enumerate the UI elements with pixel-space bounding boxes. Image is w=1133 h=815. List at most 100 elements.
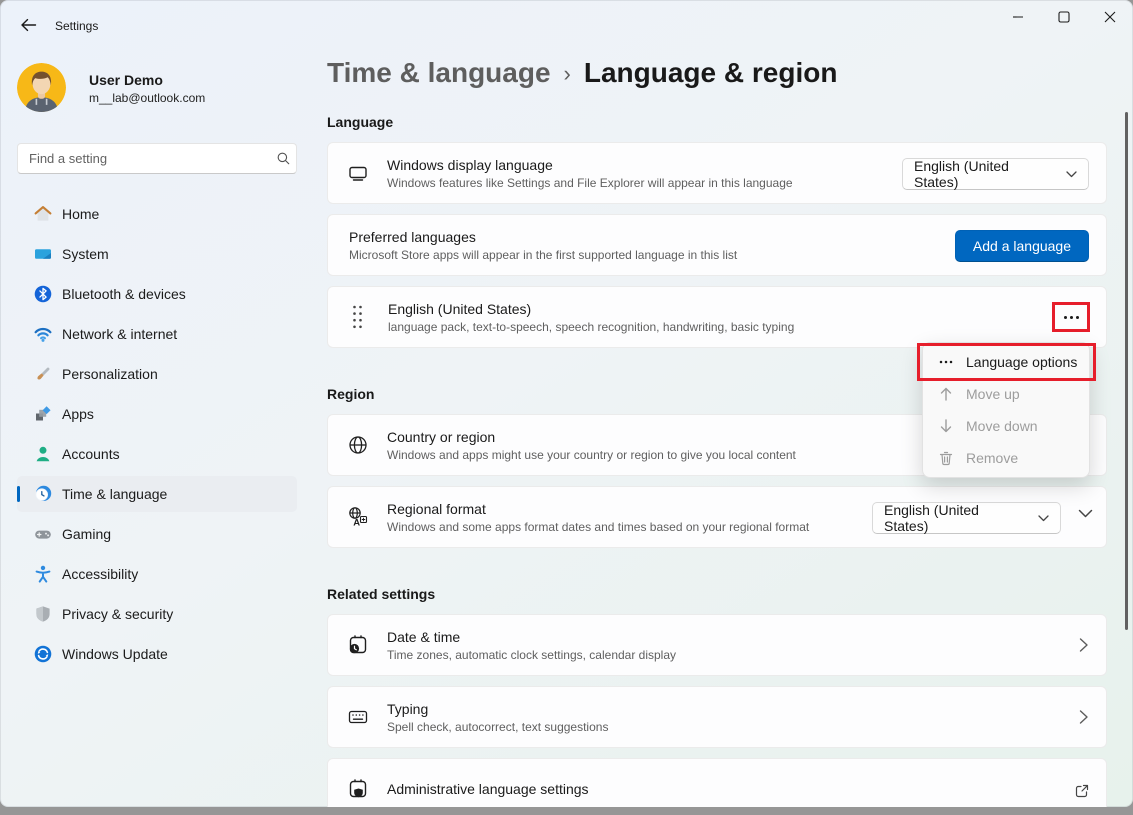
date-time-icon <box>345 633 371 657</box>
setting-subtitle: Windows features like Settings and File … <box>387 176 793 190</box>
personalization-icon <box>33 364 53 384</box>
sidebar-item-network-internet[interactable]: Network & internet <box>17 316 297 352</box>
dropdown-value: English (United States) <box>884 502 1022 534</box>
regional-format-card: A Regional format Windows and some apps … <box>327 486 1107 548</box>
breadcrumb: Time & language › Language & region <box>327 57 837 89</box>
sidebar-item-personalization[interactable]: Personalization <box>17 356 297 392</box>
gaming-icon <box>33 524 53 544</box>
menu-item-language-options[interactable]: Language options <box>923 346 1089 378</box>
sidebar-item-apps[interactable]: Apps <box>17 396 297 432</box>
setting-title: Country or region <box>387 429 796 445</box>
language-context-menu: Language options Move up Move down Remov… <box>922 342 1090 478</box>
sidebar-item-bluetooth-devices[interactable]: Bluetooth & devices <box>17 276 297 312</box>
menu-item-move-down[interactable]: Move down <box>923 410 1089 442</box>
windows-update-icon <box>33 644 53 664</box>
expand-chevron-icon[interactable] <box>1078 509 1093 519</box>
page-title: Language & region <box>584 57 838 89</box>
scrollbar-thumb[interactable] <box>1125 112 1128 630</box>
region-section-header: Region <box>327 386 374 402</box>
sidebar-item-label: Network & internet <box>62 326 177 342</box>
setting-subtitle: Spell check, autocorrect, text suggestio… <box>387 720 608 734</box>
avatar[interactable] <box>17 63 66 112</box>
main-content: Time & language › Language & region Lang… <box>327 0 1107 807</box>
admin-language-icon <box>345 777 371 801</box>
grip-dots-icon[interactable] <box>350 301 365 333</box>
home-icon <box>33 204 53 224</box>
setting-title: Typing <box>387 701 608 717</box>
privacy-security-icon <box>33 604 53 624</box>
settings-window: Settings User Demo m__lab@outlook.com <box>0 0 1133 807</box>
setting-title: Date & time <box>387 629 676 645</box>
sidebar-item-accessibility[interactable]: Accessibility <box>17 556 297 592</box>
sidebar-item-label: System <box>62 246 109 262</box>
chevron-right-icon <box>1076 708 1090 726</box>
related-settings-header: Related settings <box>327 586 435 602</box>
sidebar-item-system[interactable]: System <box>17 236 297 272</box>
setting-title: Administrative language settings <box>387 781 589 797</box>
language-row-title: English (United States) <box>388 301 794 317</box>
sidebar-item-privacy-security[interactable]: Privacy & security <box>17 596 297 632</box>
external-link-icon <box>1074 783 1090 799</box>
sidebar-item-home[interactable]: Home <box>17 196 297 232</box>
sidebar-item-label: Apps <box>62 406 94 422</box>
sidebar-item-gaming[interactable]: Gaming <box>17 516 297 552</box>
menu-item-label: Language options <box>966 354 1077 370</box>
search-input[interactable] <box>18 151 270 166</box>
sidebar-item-label: Home <box>62 206 99 222</box>
administrative-language-card[interactable]: Administrative language settings <box>327 758 1107 807</box>
apps-icon <box>33 404 53 424</box>
setting-title: Preferred languages <box>349 229 737 245</box>
breadcrumb-parent[interactable]: Time & language <box>327 57 551 89</box>
menu-item-move-up[interactable]: Move up <box>923 378 1089 410</box>
windows-display-language-card: Windows display language Windows feature… <box>327 142 1107 204</box>
add-language-button[interactable]: Add a language <box>955 230 1089 262</box>
svg-text:A: A <box>353 518 360 529</box>
sidebar-item-accounts[interactable]: Accounts <box>17 436 297 472</box>
display-language-dropdown[interactable]: English (United States) <box>902 158 1089 190</box>
user-email: m__lab@outlook.com <box>89 91 205 105</box>
setting-subtitle: Windows and apps might use your country … <box>387 448 796 462</box>
network-icon <box>33 324 53 344</box>
sidebar-item-label: Time & language <box>62 486 167 502</box>
trash-icon <box>938 450 954 466</box>
preferred-languages-card: Preferred languages Microsoft Store apps… <box>327 214 1107 276</box>
arrow-up-icon <box>938 386 954 402</box>
sidebar-item-windows-update[interactable]: Windows Update <box>17 636 297 672</box>
date-time-card[interactable]: Date & time Time zones, automatic clock … <box>327 614 1107 676</box>
sidebar-item-label: Privacy & security <box>62 606 173 622</box>
sidebar-item-label: Accounts <box>62 446 120 462</box>
more-icon <box>938 354 954 370</box>
setting-subtitle: Microsoft Store apps will appear in the … <box>349 248 737 262</box>
sidebar-item-label: Bluetooth & devices <box>62 286 186 302</box>
sidebar-item-label: Gaming <box>62 526 111 542</box>
sidebar-item-label: Windows Update <box>62 646 168 662</box>
back-button[interactable] <box>13 12 43 38</box>
breadcrumb-separator-icon: › <box>564 59 571 87</box>
menu-item-remove[interactable]: Remove <box>923 442 1089 474</box>
arrow-down-icon <box>938 418 954 434</box>
sidebar-item-label: Personalization <box>62 366 158 382</box>
menu-item-label: Move up <box>966 386 1020 402</box>
time-language-icon <box>33 484 53 504</box>
typing-card[interactable]: Typing Spell check, autocorrect, text su… <box>327 686 1107 748</box>
sidebar-nav: Home System Bluetooth & devices Network … <box>17 196 297 676</box>
search-box <box>17 143 297 174</box>
bluetooth-icon <box>33 284 53 304</box>
app-title: Settings <box>55 19 98 33</box>
language-row-subtitle: language pack, text-to-speech, speech re… <box>388 320 794 334</box>
menu-item-label: Move down <box>966 418 1038 434</box>
setting-subtitle: Time zones, automatic clock settings, ca… <box>387 648 676 662</box>
sidebar-item-time-language[interactable]: Time & language <box>17 476 297 512</box>
more-options-button[interactable] <box>1060 310 1083 325</box>
regional-format-dropdown[interactable]: English (United States) <box>872 502 1061 534</box>
regional-format-icon: A <box>345 505 371 529</box>
globe-icon <box>345 433 371 457</box>
accounts-icon <box>33 444 53 464</box>
chevron-down-icon <box>1066 171 1077 178</box>
setting-subtitle: Windows and some apps format dates and t… <box>387 520 809 534</box>
more-icon <box>1064 316 1067 319</box>
language-section-header: Language <box>327 114 393 130</box>
search-icon[interactable] <box>270 151 296 166</box>
typing-icon <box>345 705 371 729</box>
sidebar-item-label: Accessibility <box>62 566 138 582</box>
